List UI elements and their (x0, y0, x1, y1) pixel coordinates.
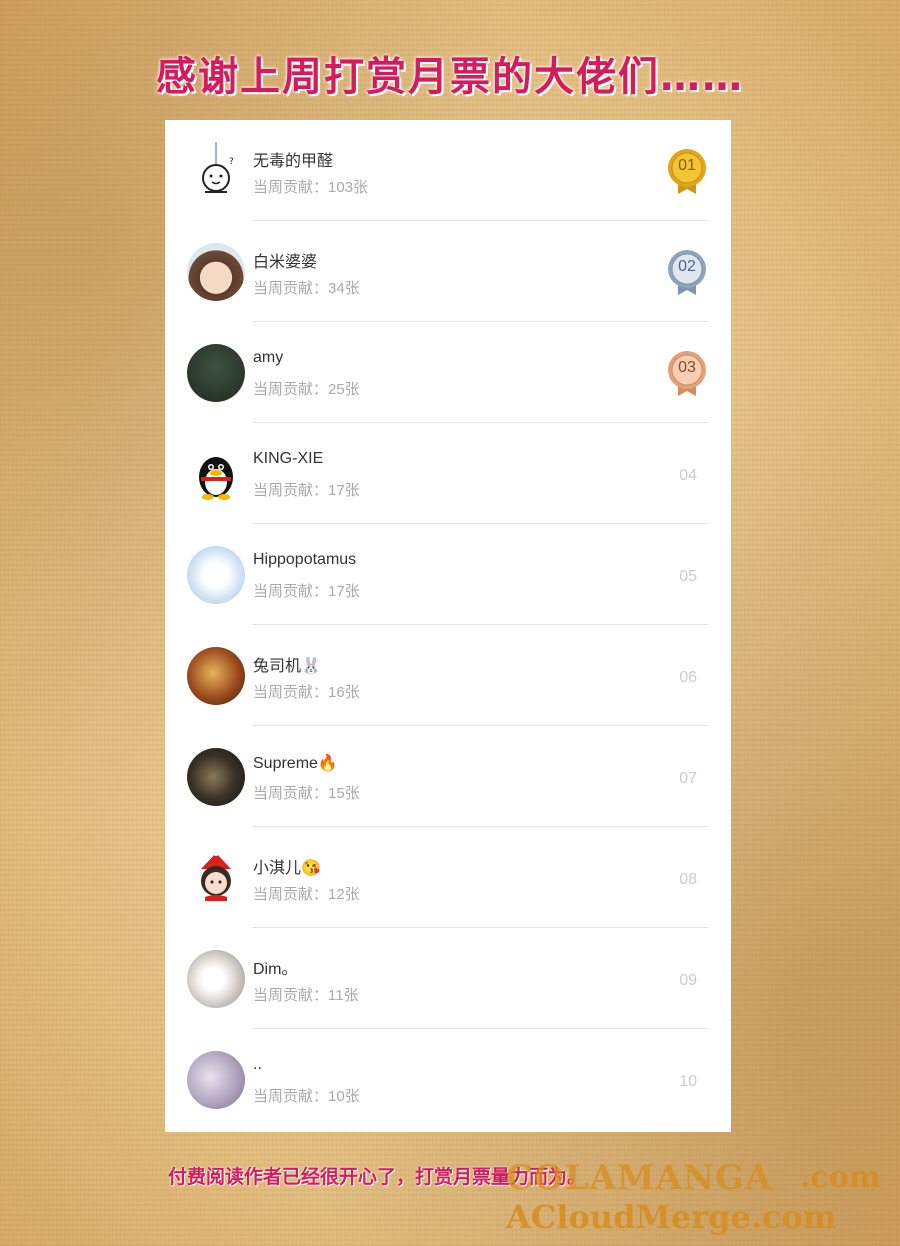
contribution-text: 当周贡献：15张 (253, 785, 360, 802)
rank-number: 03 (678, 359, 696, 376)
contribution-text: 当周贡献：17张 (253, 482, 360, 499)
user-name: 兔司机🐰 (253, 658, 321, 675)
girl-cartoon-icon (201, 850, 231, 901)
rank-number: 09 (679, 972, 697, 989)
avatar (187, 1051, 245, 1109)
user-name: KING-XIE (253, 450, 324, 467)
rank-number: 07 (679, 770, 697, 787)
contribution-text: 当周贡献：10张 (253, 1088, 360, 1105)
list-item[interactable]: amy 当周贡献：25张 03 (165, 322, 731, 423)
list-item[interactable]: .. 当周贡献：10张 10 (165, 1029, 731, 1132)
penguin-icon (199, 457, 233, 500)
user-name: Dim。 (253, 961, 298, 978)
list-item[interactable]: 兔司机🐰 当周贡献：16张 06 (165, 625, 731, 726)
avatar (187, 344, 245, 402)
list-item[interactable]: ? 无毒的甲醛 当周贡献：103张 01 (165, 120, 731, 221)
user-name: 小淇儿😘 (253, 860, 321, 877)
rank-number: 06 (679, 669, 697, 686)
avatar (187, 950, 245, 1008)
avatar (187, 445, 245, 503)
watermark-logo-suffix: .com (800, 1160, 881, 1195)
contribution-text: 当周贡献：34张 (253, 280, 360, 297)
gold-medal-icon: 01 (667, 148, 707, 196)
list-item[interactable]: 白米婆婆 当周贡献：34张 02 (165, 221, 731, 322)
avatar (187, 647, 245, 705)
user-name: amy (253, 349, 284, 366)
rank-number: 05 (679, 568, 697, 585)
avatar: ? (187, 142, 245, 200)
page-title: 感谢上周打赏月票的大佬们…… (156, 54, 744, 100)
rank-number: 02 (678, 258, 696, 275)
rank-number: 10 (679, 1073, 697, 1090)
contribution-text: 当周贡献：11张 (253, 987, 359, 1004)
bronze-medal-icon: 03 (667, 350, 707, 398)
rank-number: 08 (679, 871, 697, 888)
avatar (187, 546, 245, 604)
list-item[interactable]: 小淇儿😘 当周贡献：12张 08 (165, 827, 731, 928)
contribution-text: 当周贡献：25张 (253, 381, 360, 398)
svg-text:?: ? (229, 157, 234, 167)
list-item[interactable]: Supreme🔥 当周贡献：15张 07 (165, 726, 731, 827)
list-item[interactable]: KING-XIE 当周贡献：17张 04 (165, 423, 731, 524)
avatar (187, 243, 245, 301)
ranking-list: ? 无毒的甲醛 当周贡献：103张 01 白米婆婆 当周贡献：34张 02 am… (165, 120, 731, 1132)
contribution-text: 当周贡献：103张 (253, 179, 369, 196)
user-name: 无毒的甲醛 (253, 153, 334, 170)
watermark-text: ACloudMerge.com (506, 1198, 837, 1236)
avatar (187, 748, 245, 806)
avatar (187, 849, 245, 907)
watermark-logo: COLAMANGA (506, 1158, 773, 1198)
contribution-text: 当周贡献：16张 (253, 684, 360, 701)
list-item[interactable]: Dim。 当周贡献：11张 09 (165, 928, 731, 1029)
contribution-text: 当周贡献：12张 (253, 886, 360, 903)
user-name: Hippopotamus (253, 551, 357, 568)
rank-number: 01 (678, 157, 696, 174)
silver-medal-icon: 02 (667, 249, 707, 297)
user-name: .. (253, 1056, 262, 1073)
user-name: Supreme🔥 (253, 755, 338, 772)
list-item[interactable]: Hippopotamus 当周贡献：17张 05 (165, 524, 731, 625)
user-name: 白米婆婆 (253, 254, 318, 271)
contribution-text: 当周贡献：17张 (253, 583, 360, 600)
avatar-cartoon-icon: ? (202, 142, 234, 193)
rank-number: 04 (679, 467, 697, 484)
